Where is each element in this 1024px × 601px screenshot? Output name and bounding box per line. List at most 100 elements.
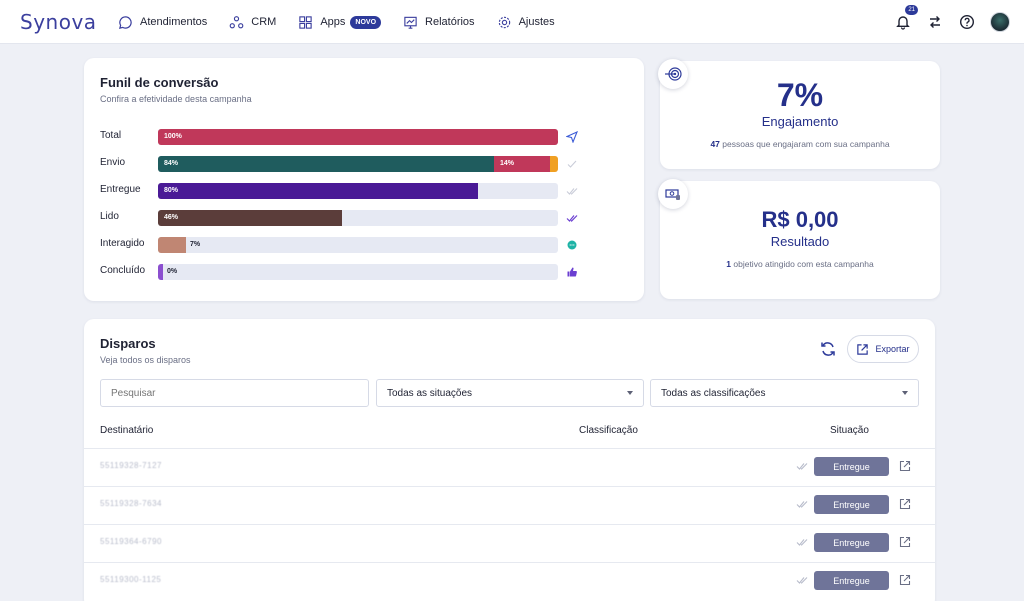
table-row: 55119328-7634 Entregue: [84, 486, 935, 524]
switch-button[interactable]: [926, 13, 944, 31]
nav-label: Relatórios: [425, 16, 475, 28]
external-link-icon[interactable]: [899, 460, 911, 472]
report-icon: [404, 16, 417, 29]
double-check-icon: [796, 577, 808, 584]
funnel-bar-value: 0%: [167, 268, 178, 275]
funnel-row-label: Concluído: [100, 265, 146, 276]
chat-bubble-icon: [567, 240, 577, 250]
nav-crm[interactable]: CRM: [229, 15, 276, 30]
funnel-bar: [158, 183, 478, 199]
brand-logo[interactable]: Synova: [20, 10, 97, 34]
funnel-title: Funil de conversão: [100, 75, 219, 90]
funnel-bar: [158, 156, 494, 172]
engagement-value: 7%: [776, 77, 824, 113]
funnel-bar-value: 100%: [164, 133, 182, 140]
status-badge: Entregue: [814, 457, 889, 476]
result-desc-text: objetivo atingido com esta campanha: [733, 259, 874, 269]
refresh-icon[interactable]: [818, 339, 838, 359]
engagement-desc-text: pessoas que engajaram com sua campanha: [722, 139, 890, 149]
funnel-bar: [158, 129, 558, 145]
funnel-bar: [158, 264, 163, 280]
table-row: 55119364-6790 Entregue: [84, 524, 935, 562]
help-icon: [959, 14, 975, 30]
funnel-bar-value: 46%: [164, 214, 179, 221]
nav-apps[interactable]: Apps NOVO: [298, 15, 382, 30]
disparos-header: Disparos Veja todos os disparos: [100, 336, 191, 365]
engagement-count: 47: [710, 139, 720, 149]
double-check-icon: [796, 463, 808, 470]
gear-icon: [498, 16, 510, 28]
result-description: 1 objetivo atingido com esta campanha: [660, 259, 940, 269]
search-input[interactable]: [100, 379, 369, 407]
classification-filter-select[interactable]: Todas as classificações: [650, 379, 919, 407]
double-check-icon: [796, 501, 808, 508]
funnel-row-label: Lido: [100, 211, 119, 222]
funnel-bar-value: 84%: [164, 160, 179, 167]
situation-filter-select[interactable]: Todas as situações: [376, 379, 644, 407]
top-navbar: Synova Atendimentos CRM Apps NOVO Relató…: [0, 0, 1024, 44]
status-badge: Entregue: [814, 533, 889, 552]
result-label: Resultado: [770, 234, 830, 249]
notifications-button[interactable]: 21: [894, 5, 918, 31]
column-header-classificacao[interactable]: Classificação: [579, 425, 638, 436]
external-link-icon[interactable]: [899, 498, 911, 510]
table-row: 55119300-1125 Entregue: [84, 562, 935, 600]
funnel-track: 100%: [158, 129, 558, 145]
recipient-phone: 55119328-7127: [100, 461, 162, 470]
table-row: 55119328-7127 Entregue: [84, 448, 935, 486]
column-header-situacao[interactable]: Situação: [830, 425, 869, 436]
notification-count: 21: [905, 5, 918, 15]
export-label: Exportar: [875, 344, 910, 354]
funnel-row-total: Total 100%: [100, 129, 580, 145]
user-avatar[interactable]: [990, 12, 1010, 32]
chevron-down-icon: [902, 391, 908, 395]
nav-relatorios[interactable]: Relatórios: [403, 15, 475, 30]
conversion-funnel-card: Funil de conversão Confira a efetividade…: [84, 58, 644, 301]
funnel-bar-value: 80%: [164, 187, 179, 194]
nav-label: Atendimentos: [140, 16, 208, 28]
recipient-phone: 55119300-1125: [100, 575, 162, 584]
disparos-subtitle: Veja todos os disparos: [100, 355, 191, 365]
result-value: R$ 0,00: [761, 207, 839, 232]
bell-icon: [896, 16, 910, 30]
funnel-track: 7%: [158, 237, 558, 253]
check-icon: [567, 160, 577, 168]
top-right-actions: 21: [894, 0, 1010, 44]
funnel-bar-segment-pending: [550, 156, 558, 172]
funnel-track: 0%: [158, 264, 558, 280]
disparos-card: Disparos Veja todos os disparos Exportar…: [84, 319, 935, 601]
situation-filter-value: Todas as situações: [387, 387, 473, 399]
new-badge: NOVO: [350, 15, 382, 29]
help-button[interactable]: [958, 13, 976, 31]
chevron-down-icon: [627, 391, 633, 395]
disparos-title: Disparos: [100, 336, 156, 351]
column-header-destinatario[interactable]: Destinatário: [100, 425, 153, 436]
recipient-phone: 55119328-7634: [100, 499, 162, 508]
funnel-track: 80%: [158, 183, 558, 199]
funnel-row-envio: Envio 84% 14%: [100, 156, 580, 172]
funnel-track: 46%: [158, 210, 558, 226]
send-icon: [566, 131, 578, 143]
funnel-bar-value-failed: 14%: [500, 160, 515, 167]
main-nav: Atendimentos CRM Apps NOVO Relatórios Aj…: [118, 0, 555, 44]
nav-ajustes[interactable]: Ajustes: [497, 15, 555, 30]
status-badge: Entregue: [814, 571, 889, 590]
funnel-row-entregue: Entregue 80%: [100, 183, 580, 199]
status-badge: Entregue: [814, 495, 889, 514]
recipient-phone: 55119364-6790: [100, 537, 162, 546]
engagement-description: 47 pessoas que engajaram com sua campanh…: [660, 139, 940, 149]
engagement-label: Engajamento: [761, 114, 839, 129]
external-link-icon[interactable]: [899, 536, 911, 548]
external-link-icon: [857, 343, 869, 355]
nav-atendimentos[interactable]: Atendimentos: [118, 15, 207, 30]
funnel-row-interagido: Interagido 7%: [100, 237, 580, 253]
result-count: 1: [726, 259, 731, 269]
external-link-icon[interactable]: [899, 574, 911, 586]
swap-arrows-icon: [930, 16, 940, 28]
double-check-icon: [566, 188, 578, 195]
funnel-bar: [158, 210, 342, 226]
export-button[interactable]: Exportar: [847, 335, 919, 363]
money-icon: [658, 179, 688, 209]
funnel-row-label: Envio: [100, 157, 126, 168]
result-card: R$ 0,00 Resultado 1 objetivo atingido co…: [658, 179, 940, 299]
